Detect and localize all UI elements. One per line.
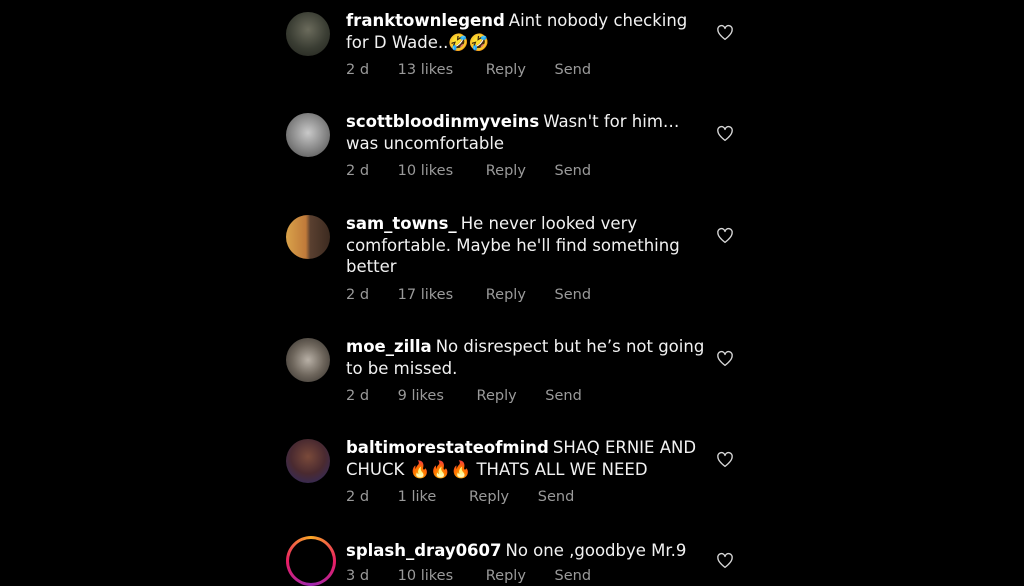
avatar[interactable]	[286, 215, 330, 259]
comment-text: No one ,goodbye Mr.9	[505, 541, 687, 560]
heart-icon[interactable]	[716, 451, 734, 469]
heart-icon[interactable]	[716, 24, 734, 42]
comment-likes[interactable]: 17 likes	[398, 287, 453, 303]
send-button[interactable]: Send	[555, 287, 592, 303]
heart-icon[interactable]	[716, 227, 734, 245]
send-button[interactable]: Send	[555, 163, 592, 179]
send-button[interactable]: Send	[555, 62, 592, 78]
comment-likes[interactable]: 9 likes	[398, 388, 444, 404]
send-button[interactable]: Send	[538, 489, 575, 505]
reply-button[interactable]: Reply	[486, 163, 526, 179]
comment-username[interactable]: sam_towns_	[346, 214, 457, 233]
comment-likes[interactable]: 13 likes	[398, 62, 453, 78]
reply-button[interactable]: Reply	[486, 62, 526, 78]
reply-button[interactable]: Reply	[486, 568, 526, 584]
comment-time: 3 d	[346, 568, 370, 584]
avatar[interactable]	[286, 12, 330, 56]
heart-icon[interactable]	[716, 350, 734, 368]
comment-username[interactable]: baltimorestateofmind	[346, 438, 549, 457]
comment-likes[interactable]: 10 likes	[398, 568, 453, 584]
comment-time: 2 d	[346, 489, 370, 505]
avatar[interactable]	[286, 536, 336, 586]
comment-username[interactable]: franktownlegend	[346, 11, 505, 30]
reply-button[interactable]: Reply	[486, 287, 526, 303]
heart-icon[interactable]	[716, 552, 734, 570]
reply-button[interactable]: Reply	[477, 388, 517, 404]
heart-icon[interactable]	[716, 125, 734, 143]
comment-likes[interactable]: 10 likes	[398, 163, 453, 179]
avatar[interactable]	[286, 338, 330, 382]
comment-time: 2 d	[346, 62, 370, 78]
comment-time: 2 d	[346, 287, 370, 303]
comment-time: 2 d	[346, 388, 370, 404]
comment-username[interactable]: splash_dray0607	[346, 541, 502, 560]
avatar[interactable]	[286, 439, 330, 483]
comment-username[interactable]: scottbloodinmyveins	[346, 112, 539, 131]
send-button[interactable]: Send	[545, 388, 582, 404]
comment-username[interactable]: moe_zilla	[346, 337, 432, 356]
send-button[interactable]: Send	[555, 568, 592, 584]
comment-likes[interactable]: 1 like	[398, 489, 437, 505]
avatar[interactable]	[286, 113, 330, 157]
comment-time: 2 d	[346, 163, 370, 179]
reply-button[interactable]: Reply	[469, 489, 509, 505]
